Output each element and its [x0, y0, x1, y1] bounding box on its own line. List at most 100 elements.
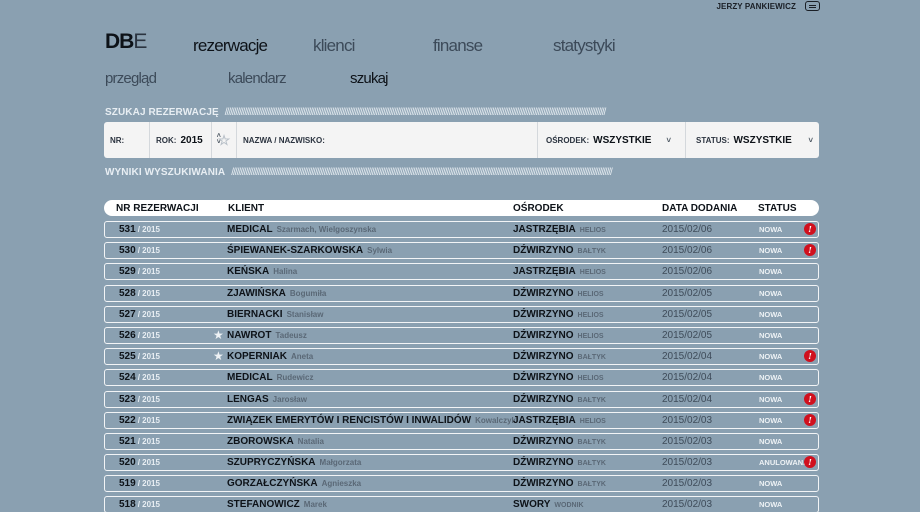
alert-icon[interactable]: ! [804, 350, 816, 363]
client-cell: ZJAWIŃSKA Bogumiła [227, 288, 326, 299]
osrodek-select[interactable]: OŚRODEK: WSZYSTKIE ˅ [538, 122, 686, 158]
reservation-year: / 2015 [137, 394, 160, 404]
mail-icon[interactable] [805, 1, 820, 11]
client-first-name: Tadeusz [275, 330, 307, 340]
client-first-name: Rudewicz [276, 373, 314, 383]
osrodek-name: JASTRZĘBIA [513, 414, 576, 426]
rok-field[interactable]: ROK: 2015 ˄ ˅ [150, 122, 221, 158]
alert-icon[interactable]: ! [804, 413, 816, 426]
table-row[interactable]: 526/ 2015 ★ NAWROT Tadeusz DŹWIRZYNO HELIOS 20… [104, 326, 819, 344]
star-outline-icon[interactable]: ☆ [218, 132, 231, 149]
date-added: 2015/02/06 [662, 224, 713, 235]
subnav-kalendarz[interactable]: kalendarz [228, 70, 287, 87]
column-osrodek[interactable]: OŚRODEK [513, 203, 564, 214]
table-row[interactable]: 527/ 2015 BIERNACKI Stanisław DŹWIRZYNO HELI… [104, 305, 819, 323]
osrodek-name: DŹWIRZYNO [513, 329, 574, 341]
reservation-nr: 525 [119, 351, 136, 363]
osrodek-name: SWORY [513, 499, 551, 511]
osrodek-building: BAŁTYK [577, 460, 606, 468]
date-added: 2015/02/03 [662, 478, 713, 490]
search-bar: NR: ROK: 2015 ˄ ˅ ☆ NAZWA / NAZWISKO: OŚR… [104, 122, 819, 158]
client-first-name: Agnieszka [321, 479, 362, 489]
osrodek-building: BAŁTYK [577, 481, 606, 489]
column-status[interactable]: STATUS [758, 203, 797, 214]
alert-icon[interactable]: ! [804, 392, 816, 405]
client-name: ZWIĄZEK EMERYTÓW I RENCISTÓW I INWALIDÓW [227, 414, 472, 426]
reservation-year: / 2015 [137, 436, 160, 446]
reservation-number: 526/ 2015 [119, 330, 160, 341]
logo[interactable]: DBE [105, 30, 147, 54]
table-row[interactable]: 523/ 2015 LENGAS Jarosław DŹWIRZYNO BAŁTYK 20… [104, 390, 819, 408]
alert-icon[interactable]: ! [804, 244, 816, 257]
status-text: NOWA [759, 246, 783, 256]
client-cell: ŚPIEWANEK-SZARKOWSKA Sylwia [227, 245, 392, 256]
osrodek-building: HELIOS [579, 227, 606, 234]
osrodek-cell: DŹWIRZYNO BAŁTYK [513, 436, 606, 447]
table-row[interactable]: 521/ 2015 ZBOROWSKA Natalia DŹWIRZYNO BAŁTYK… [104, 432, 819, 450]
reservation-year: / 2015 [137, 330, 160, 340]
osrodek-cell: JASTRZĘBIA HELIOS [513, 415, 606, 426]
status-select[interactable]: STATUS: WSZYSTKIE ˅ [686, 122, 819, 158]
user-name[interactable]: JERZY PANKIEWICZ [716, 2, 796, 11]
status-text: NOWA [759, 225, 783, 234]
client-cell: NAWROT Tadeusz [227, 330, 307, 341]
nav-statystyki[interactable]: statystyki [553, 36, 616, 56]
nav-finanse[interactable]: finanse [433, 36, 483, 56]
table-row[interactable]: 529/ 2015 KEŃSKA Halina JASTRZĘBIA HELIOS 201… [104, 263, 819, 281]
osrodek-cell: DŹWIRZYNO HELIOS [513, 309, 604, 320]
reservation-nr: 528 [119, 287, 136, 299]
client-name: LENGAS [227, 393, 269, 405]
reservation-nr: 529 [119, 266, 136, 278]
osrodek-building: HELIOS [579, 417, 606, 425]
alert-icon[interactable]: ! [804, 223, 816, 235]
table-row[interactable]: 519/ 2015 GORZAŁCZYŃSKA Agnieszka DŹWIRZYNO… [104, 475, 819, 493]
osrodek-building: BAŁTYK [577, 396, 606, 404]
reservation-number: 521/ 2015 [119, 436, 160, 447]
nav-rezerwacje[interactable]: rezerwacje [193, 36, 268, 56]
table-row[interactable]: 524/ 2015 MEDICAL Rudewicz DŹWIRZYNO HELIOS 2… [104, 369, 819, 387]
column-nr[interactable]: NR REZERWACJI [116, 203, 199, 214]
osrodek-building: HELIOS [577, 332, 604, 340]
status-text: NOWA [759, 415, 783, 425]
favorite-filter[interactable]: ☆ [212, 122, 237, 158]
table-row[interactable]: 530/ 2015 ŚPIEWANEK-SZARKOWSKA Sylwia DŹWIR… [104, 242, 819, 260]
table-row[interactable]: 528/ 2015 ZJAWIŃSKA Bogumiła DŹWIRZYNO HELIO… [104, 284, 819, 302]
name-search-field[interactable]: NAZWA / NAZWISKO: [237, 122, 538, 158]
chevron-down-icon: ˅ [808, 135, 813, 145]
table-row[interactable]: 518/ 2015 STEFANOWICZ Marek SWORY WODNIK 2015… [104, 496, 819, 512]
status-text: NOWA [759, 352, 783, 362]
reservation-number: 523/ 2015 [119, 394, 160, 405]
reservation-number: 530/ 2015 [119, 245, 160, 256]
status-text: NOWA [759, 267, 783, 277]
reservation-year: / 2015 [137, 246, 160, 256]
table-row[interactable]: 520/ 2015 SZUPRYCZYŃSKA Małgorzata DŹWIRZYN… [104, 454, 819, 472]
osrodek-cell: JASTRZĘBIA HELIOS [513, 266, 606, 277]
subnav-przeglad[interactable]: przegląd [105, 70, 157, 87]
client-name: ŚPIEWANEK-SZARKOWSKA [227, 245, 364, 257]
table-row[interactable]: 522/ 2015 ZWIĄZEK EMERYTÓW I RENCISTÓW I … [104, 411, 819, 429]
alert-icon[interactable]: ! [804, 456, 816, 469]
client-first-name: Szarmach, Wielgoszynska [276, 225, 377, 234]
date-added: 2015/02/06 [662, 266, 713, 278]
subnav-szukaj[interactable]: szukaj [350, 70, 389, 87]
osrodek-building: HELIOS [577, 311, 604, 319]
status-text: NOWA [759, 479, 783, 489]
star-icon[interactable]: ★ [213, 349, 224, 363]
osrodek-name: JASTRZĘBIA [513, 224, 576, 235]
column-date[interactable]: DATA DODANIA [662, 203, 737, 214]
date-added: 2015/02/04 [662, 372, 713, 384]
column-client[interactable]: KLIENT [228, 203, 264, 214]
table-row[interactable]: 531/ 2015 MEDICAL Szarmach, Wielgoszynska J… [104, 221, 819, 238]
nav-klienci[interactable]: klienci [313, 36, 355, 56]
nr-field[interactable]: NR: [104, 122, 150, 158]
date-added: 2015/02/05 [662, 287, 713, 299]
osrodek-name: DŹWIRZYNO [513, 351, 574, 363]
client-first-name: Aneta [291, 352, 314, 362]
chevron-down-icon: ˅ [666, 135, 671, 145]
client-name: ZBOROWSKA [227, 435, 294, 447]
osrodek-building: HELIOS [577, 290, 604, 298]
star-icon[interactable]: ★ [213, 328, 224, 342]
table-row[interactable]: 525/ 2015 ★ KOPERNIAK Aneta DŹWIRZYNO BAŁTYK 2… [104, 348, 819, 366]
client-name: BIERNACKI [227, 308, 283, 320]
client-cell: STEFANOWICZ Marek [227, 499, 327, 510]
